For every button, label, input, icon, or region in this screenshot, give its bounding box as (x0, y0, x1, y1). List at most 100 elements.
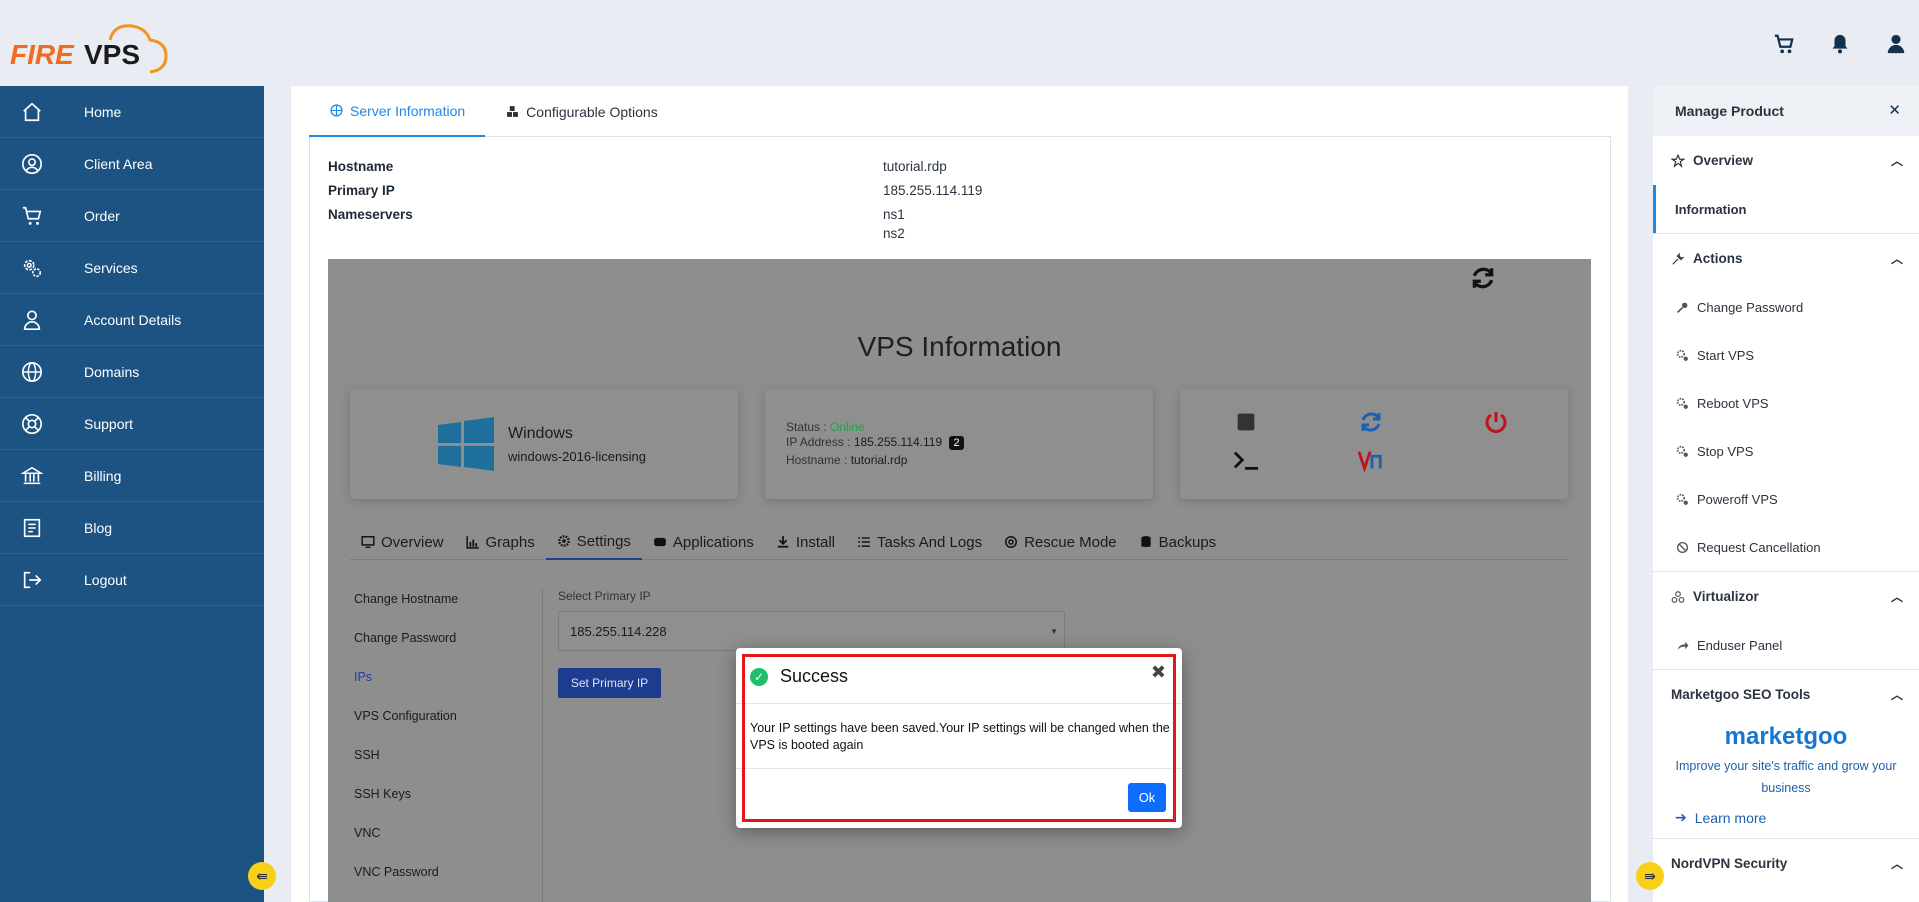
vps-tab-backups[interactable]: Backups (1128, 524, 1228, 560)
set-primary-ip-button[interactable]: Set Primary IP (558, 668, 661, 698)
vps-tab-settings[interactable]: Settings (545, 524, 642, 560)
sidebar: Home Client Area Order Services Account … (0, 86, 264, 902)
cubes-icon (505, 105, 519, 119)
close-icon[interactable]: ✕ (1888, 101, 1901, 119)
hostname-value: tutorial.rdp (883, 159, 947, 174)
vps-tab-applications[interactable]: Applications (642, 524, 765, 560)
settings-menu-item[interactable]: Change Password (350, 618, 540, 657)
hostname-line: Hostname : tutorial.rdp (786, 453, 907, 467)
sidebar-item-label: Domains (84, 363, 140, 380)
settings-menu-item[interactable]: VNC (350, 813, 540, 852)
share-icon (1675, 638, 1689, 652)
settings-menu-item[interactable]: SSH Keys (350, 774, 540, 813)
chart-icon (465, 535, 480, 549)
section-virtualizor[interactable]: Virtualizor ︿ (1653, 572, 1919, 621)
sidebar-item-billing[interactable]: Billing (0, 450, 264, 502)
stop-icon[interactable] (1233, 409, 1259, 435)
action-label: Change Password (1697, 299, 1804, 315)
gear-icon (557, 534, 571, 548)
brand-logo[interactable]: FIRE VPS (10, 18, 180, 76)
action-stop-vps[interactable]: Stop VPS (1653, 427, 1919, 475)
settings-menu-item[interactable]: SSH (350, 735, 540, 774)
monitor-icon (361, 535, 375, 549)
vps-tab-overview[interactable]: Overview (350, 524, 455, 560)
section-overview[interactable]: Overview ︿ (1653, 136, 1919, 185)
logo-fire-text: FIRE (10, 39, 75, 70)
tab-configurable-options[interactable]: Configurable Options (485, 86, 678, 137)
sidebar-item-home[interactable]: Home (0, 86, 264, 138)
action-change-password[interactable]: Change Password (1653, 283, 1919, 331)
globe-icon (20, 360, 44, 384)
nameserver-1: ns1 (883, 207, 905, 222)
sidebar-item-label: Support (84, 415, 134, 432)
sidebar-item-client-area[interactable]: Client Area (0, 138, 264, 190)
sidebar-collapse-button[interactable]: ⇚ (248, 862, 276, 890)
tab-label: Configurable Options (526, 103, 658, 120)
action-start-vps[interactable]: Start VPS (1653, 331, 1919, 379)
panel-header: Manage Product ✕ (1653, 86, 1919, 136)
section-nordvpn[interactable]: NordVPN Security ︿ (1653, 839, 1919, 888)
power-icon[interactable] (1483, 409, 1509, 435)
restart-icon[interactable] (1358, 409, 1384, 435)
nameservers-label: Nameservers (328, 207, 413, 222)
user-circle-icon (20, 152, 44, 176)
sidebar-item-services[interactable]: Services (0, 242, 264, 294)
settings-menu-item[interactable]: IPs (350, 657, 540, 696)
enduser-panel-link[interactable]: Enduser Panel (1653, 621, 1919, 669)
section-actions[interactable]: Actions ︿ (1653, 234, 1919, 283)
information-link[interactable]: Information (1653, 185, 1919, 233)
settings-menu-item[interactable]: VNC Password (350, 852, 540, 891)
ip-count-badge: 2 (949, 436, 964, 450)
sidebar-item-label: Services (84, 259, 138, 276)
tab-server-information[interactable]: Server Information (309, 86, 486, 137)
vps-tab-tasks-and-logs[interactable]: Tasks And Logs (846, 524, 993, 560)
close-icon[interactable]: ✖ (1151, 662, 1166, 683)
ok-button[interactable]: Ok (1128, 783, 1166, 812)
vps-tab-label: Rescue Mode (1024, 533, 1117, 551)
section-title: Marketgoo SEO Tools (1671, 687, 1811, 702)
vps-tab-label: Overview (381, 533, 444, 551)
caret-down-icon: ▼ (1050, 627, 1058, 636)
learn-more-link[interactable]: ➔ Learn more (1653, 809, 1919, 826)
primary-ip-value: 185.255.114.119 (883, 183, 983, 198)
gears-icon (1675, 348, 1689, 362)
refresh-icon[interactable] (1470, 265, 1496, 291)
sidebar-item-domains[interactable]: Domains (0, 346, 264, 398)
windows-logo-icon (438, 417, 494, 471)
action-reboot-vps[interactable]: Reboot VPS (1653, 379, 1919, 427)
user-icon[interactable] (1885, 33, 1907, 55)
status-line: Status : Online (786, 420, 865, 434)
ip-label: IP Address : (786, 435, 851, 449)
panel-toggle-button[interactable]: ⇛ (1636, 862, 1664, 890)
gears-icon (1675, 444, 1689, 458)
section-marketgoo[interactable]: Marketgoo SEO Tools ︿ (1653, 670, 1919, 719)
vnc-icon[interactable] (1358, 447, 1384, 473)
settings-menu-item[interactable]: VPS Configuration (350, 696, 540, 735)
vps-tab-rescue-mode[interactable]: Rescue Mode (993, 524, 1128, 560)
sidebar-item-order[interactable]: Order (0, 190, 264, 242)
sidebar-item-label: Order (84, 207, 120, 224)
globe-icon (329, 104, 343, 118)
dialog-divider (736, 768, 1182, 769)
bell-icon[interactable] (1829, 33, 1851, 55)
primary-ip-select[interactable]: 185.255.114.228 ▼ (558, 611, 1065, 651)
terminal-icon[interactable] (1233, 447, 1259, 473)
vps-tab-install[interactable]: Install (765, 524, 846, 560)
sidebar-item-account-details[interactable]: Account Details (0, 294, 264, 346)
cart-icon[interactable] (1773, 33, 1795, 55)
gears-icon (1675, 396, 1689, 410)
settings-menu-item[interactable]: Change Hostname (350, 579, 540, 618)
book-icon (20, 516, 44, 540)
action-label: Reboot VPS (1697, 395, 1769, 411)
action-poweroff-vps[interactable]: Poweroff VPS (1653, 475, 1919, 523)
star-icon (1671, 153, 1685, 168)
sidebar-item-blog[interactable]: Blog (0, 502, 264, 554)
lifering-icon (1004, 535, 1018, 549)
sidebar-item-support[interactable]: Support (0, 398, 264, 450)
vps-tab-graphs[interactable]: Graphs (455, 524, 546, 560)
sidebar-item-logout[interactable]: Logout (0, 554, 264, 606)
status-label: Status : (786, 420, 827, 434)
action-request-cancellation[interactable]: Request Cancellation (1653, 523, 1919, 571)
list-icon (857, 535, 871, 549)
ban-icon (1675, 540, 1689, 554)
